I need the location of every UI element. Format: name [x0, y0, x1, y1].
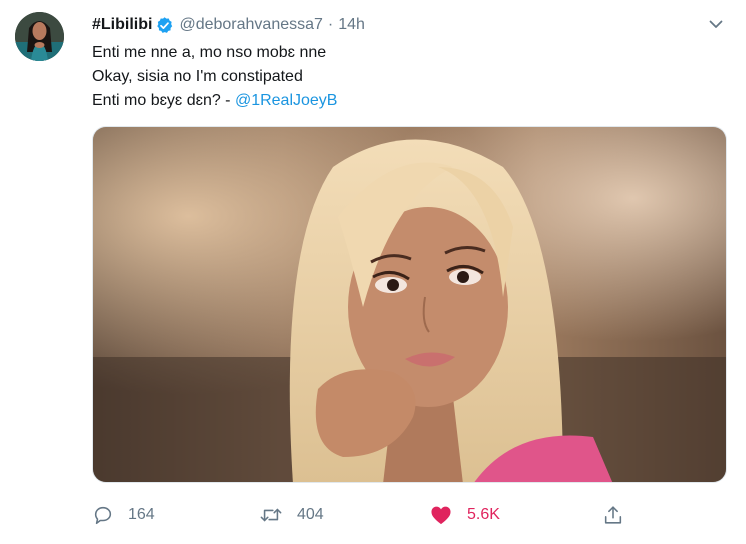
- tweet-text-segment: Enti mo bɛyɛ dɛn? -: [92, 92, 235, 109]
- verified-badge-icon: [155, 16, 174, 35]
- share-button[interactable]: [602, 500, 624, 530]
- avatar[interactable]: [15, 12, 64, 61]
- heart-icon: [430, 505, 452, 525]
- reply-button[interactable]: 164: [92, 500, 155, 530]
- reply-count: 164: [128, 506, 155, 523]
- comment-bubble-icon: [92, 504, 114, 526]
- like-count: 5.6K: [467, 506, 500, 523]
- retweet-count: 404: [297, 506, 324, 523]
- retweet-button[interactable]: 404: [259, 500, 324, 530]
- tweet-text-line: Enti mo bɛyɛ dɛn? - @1RealJoeyB: [92, 89, 712, 113]
- tweet-text: Enti me nne a, mo nso mobɛ nne Okay, sis…: [92, 41, 712, 113]
- retweet-arrows-icon: [259, 504, 283, 526]
- tweet-text-line: Enti me nne a, mo nso mobɛ nne: [92, 44, 327, 61]
- tweet-card[interactable]: #Libilibi @deborahvanessa7 · 14h Enti me…: [0, 0, 746, 544]
- display-name[interactable]: #Libilibi: [92, 16, 152, 34]
- user-handle[interactable]: @deborahvanessa7: [179, 16, 322, 34]
- separator-dot: ·: [327, 16, 334, 33]
- tweet-text-line: Okay, sisia no I'm constipated: [92, 68, 303, 85]
- like-button[interactable]: 5.6K: [430, 500, 500, 530]
- tweet-actions: 164 404 5.6K: [92, 500, 732, 530]
- mention-link[interactable]: @1RealJoeyB: [235, 92, 338, 109]
- tweet-header: #Libilibi @deborahvanessa7 · 14h: [92, 14, 686, 36]
- tweet-photo[interactable]: [92, 126, 727, 483]
- share-upload-icon: [602, 504, 624, 526]
- chevron-down-icon[interactable]: [706, 14, 726, 34]
- timestamp[interactable]: 14h: [338, 16, 365, 34]
